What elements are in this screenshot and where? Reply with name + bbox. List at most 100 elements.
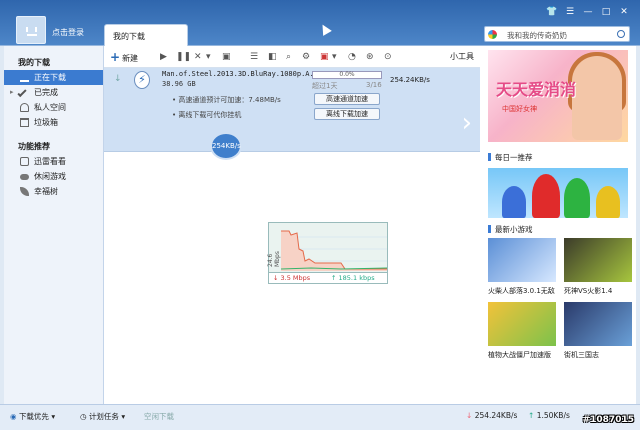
sidebar-item-trash[interactable]: 垃圾箱 [4, 115, 103, 130]
timer-icon[interactable]: ◔ [348, 50, 356, 64]
folder-icon[interactable]: ▣ [222, 50, 231, 64]
connection-count: 3/16 [366, 81, 382, 89]
ad-girl-image [572, 56, 622, 140]
menu-icon[interactable]: ☰ [564, 7, 576, 17]
find-icon[interactable]: ⌕ [286, 50, 291, 64]
title-bar: 点击登录 我的下载 👕 ☰ — □ ✕ 我和我的传奇奶奶 [0, 0, 640, 46]
sidebar-item-kankan[interactable]: 迅雷看看 [4, 154, 103, 169]
minimize-icon[interactable]: — [582, 7, 594, 17]
sidebar-item-label: 私人空间 [34, 103, 66, 112]
sidebar-item-private[interactable]: 私人空间 [4, 100, 103, 115]
login-link[interactable]: 点击登录 [52, 27, 84, 38]
chevron-right-icon[interactable]: › [462, 108, 472, 138]
right-panel: 天天爱消消 中国好女神 每日一推荐 最新小游戏 火柴人部落3.0.1无敌 死神V… [480, 46, 636, 404]
search-input[interactable]: 我和我的传奇奶奶 [507, 30, 567, 41]
avatar-mouth-icon [27, 34, 37, 36]
download-arrow-icon: ↓ [114, 74, 122, 84]
toad-yellow-figure [596, 186, 620, 218]
high-speed-button[interactable]: 高速通道加速 [314, 93, 380, 105]
speed-dropdown-icon[interactable]: ▾ [332, 50, 337, 64]
progress-text: 0.0% [339, 71, 355, 78]
new-games-heading: 最新小游戏 [488, 224, 533, 235]
game-thumb-1[interactable] [488, 238, 556, 282]
search-box[interactable]: 我和我的传奇奶奶 [484, 26, 630, 42]
speed-mode-icon[interactable]: ▣ [320, 50, 329, 64]
task-speed: 254.24KB/s [390, 76, 430, 84]
check-icon [17, 87, 27, 98]
maximize-icon[interactable]: □ [600, 7, 612, 17]
game-thumb-3[interactable] [488, 302, 556, 346]
sidebar-item-games[interactable]: 休闲游戏 [4, 169, 103, 184]
game-thumb-2[interactable] [564, 238, 632, 282]
luigi-figure [564, 178, 590, 218]
sidebar-item-label: 幸福树 [34, 187, 58, 196]
ad-banner[interactable]: 天天爱消消 中国好女神 [488, 50, 628, 142]
pause-icon[interactable]: ❚❚ [176, 50, 191, 64]
sidebar-item-tree[interactable]: 幸福树 [4, 184, 103, 199]
new-task-button[interactable]: + 新建 [110, 50, 138, 64]
clock-icon: ◷ [80, 412, 87, 421]
game-thumb-4[interactable] [564, 302, 632, 346]
task-row[interactable]: ↓ ⚡ Man.of.Steel.2013.3D.BluRay.1080p.A.… [104, 68, 480, 152]
graph-legend: ↓ 3.5 Mbps ↑ 185.1 kbps [269, 272, 387, 283]
heading-bar-icon [488, 225, 491, 233]
sidebar-item-completed[interactable]: ▸ 已完成 [4, 85, 103, 100]
tools-button[interactable]: 小工具 [450, 50, 474, 64]
toolbar: + 新建 ▶ ❚❚ ✕ ▾ ▣ ☰ ◧ ⌕ ⚙ ▣ ▾ ◔ ⊛ ⊙ 小工具 [104, 46, 480, 68]
upload-speed-text: 185.1 kbps [338, 274, 375, 282]
download-speed-reading: ↓ 3.5 Mbps [273, 274, 311, 282]
list-icon[interactable]: ☰ [250, 50, 258, 64]
window-controls: 👕 ☰ — □ ✕ [546, 7, 630, 17]
total-upload-speed: ↑ 1.50KB/s [528, 411, 570, 420]
priority-label: 下载优先 [18, 412, 49, 421]
delete-icon[interactable]: ✕ [194, 50, 202, 64]
down-speed-text: 254.24KB/s [474, 411, 518, 420]
gamepad-icon [20, 174, 29, 180]
delete-dropdown-icon[interactable]: ▾ [206, 50, 211, 64]
download-icon [20, 73, 29, 82]
sidebar-item-downloading[interactable]: 正在下载 [4, 70, 103, 85]
sidebar-item-label: 垃圾箱 [34, 118, 58, 127]
offline-speed-button[interactable]: 离线下载加速 [314, 108, 380, 120]
leaf-icon [20, 187, 29, 196]
sidebar: 我的下载 正在下载 ▸ 已完成 私人空间 垃圾箱 功能推荐 迅雷看看 休闲游戏 幸… [4, 46, 104, 404]
browser-logo-icon [488, 30, 497, 39]
download-priority-toggle[interactable]: ◉ 下载优先 ▾ [10, 411, 55, 422]
total-download-speed: ↓ 254.24KB/s [466, 411, 517, 420]
down-arrow-icon: ↓ [466, 411, 473, 420]
game-title-1[interactable]: 火柴人部落3.0.1无敌 [488, 286, 555, 296]
task-size: 38.96 GB [162, 80, 196, 88]
avatar-eye-icon [26, 27, 28, 32]
start-icon[interactable]: ▶ [160, 50, 167, 64]
app-window: 点击登录 我的下载 👕 ☰ — □ ✕ 我和我的传奇奶奶 我的下载 正在下载 ▸… [0, 0, 640, 430]
priority-icon: ◉ [10, 412, 17, 421]
speed-bubble[interactable]: 254KB/s [210, 132, 242, 160]
tab-my-downloads[interactable]: 我的下载 [104, 24, 188, 46]
expand-arrow-icon[interactable]: ▸ [10, 85, 14, 100]
game-title-4[interactable]: 街机三国志 [564, 350, 599, 360]
avatar[interactable] [16, 16, 46, 44]
up-arrow-icon: ↑ [528, 411, 535, 420]
close-icon[interactable]: ✕ [618, 7, 630, 17]
settings-icon[interactable]: ⚙ [302, 50, 310, 64]
details-icon[interactable]: ◧ [268, 50, 277, 64]
offline-icon[interactable]: ⊙ [384, 50, 392, 64]
game-title-3[interactable]: 植物大战僵尸加速版 [488, 350, 551, 360]
time-remaining: 超过1天 [312, 82, 338, 90]
game-title-2[interactable]: 死神VS火影1.4 [564, 286, 612, 296]
scheduled-tasks-button[interactable]: ◷ 计划任务 ▾ [80, 411, 125, 422]
thunder-file-icon: ⚡ [134, 71, 150, 89]
avatar-eye-icon [35, 27, 37, 32]
section-recommend: 功能推荐 [18, 142, 50, 151]
toad-figure [502, 186, 526, 218]
idle-download-button[interactable]: 空闲下载 [144, 411, 174, 422]
daily-pick-image[interactable] [488, 168, 628, 218]
status-bar: ◉ 下载优先 ▾ ◷ 计划任务 ▾ 空闲下载 ↓ 254.24KB/s ↑ 1.… [0, 404, 640, 430]
ad-title: 天天爱消消 [496, 80, 577, 99]
search-icon[interactable] [617, 30, 625, 38]
daily-pick-label: 每日一推荐 [495, 153, 533, 162]
skin-icon[interactable]: 👕 [546, 7, 558, 17]
accelerate-icon[interactable]: ⊛ [366, 50, 374, 64]
graph-y-label: 24.6 Mbps [267, 251, 281, 267]
speed-graph[interactable]: 24.6 Mbps ↓ 3.5 Mbps ↑ 185.1 kbps [267, 222, 388, 284]
